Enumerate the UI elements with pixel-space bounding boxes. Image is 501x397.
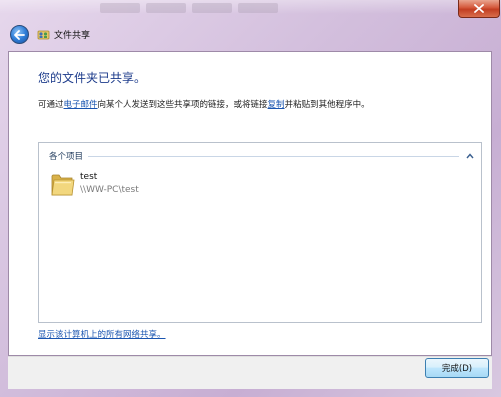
description-part-1: 可通过	[38, 100, 64, 110]
description-part-3: 并粘贴到其他程序中。	[284, 100, 370, 110]
back-button[interactable]	[10, 25, 29, 44]
item-name: test	[80, 172, 98, 182]
email-link[interactable]: 电子邮件	[64, 100, 98, 110]
group-header[interactable]: 各个项目	[49, 149, 475, 163]
chevron-up-icon[interactable]	[465, 151, 475, 161]
group-divider	[88, 155, 459, 157]
share-wizard-icon	[37, 30, 50, 40]
shared-items-panel: 各个项目 test \\WW-PC\test	[38, 142, 482, 323]
description-part-2: 向某个人发送到这些共享项的链接，或将链接	[97, 100, 268, 110]
item-text: test \\WW-PC\test	[80, 171, 139, 196]
copy-link[interactable]: 复制	[268, 100, 285, 110]
page-heading: 您的文件夹已共享。	[38, 71, 147, 85]
window-title: 文件共享	[54, 31, 91, 41]
folder-icon	[51, 174, 75, 196]
dialog-content: 您的文件夹已共享。 可通过电子邮件向某个人发送到这些共享项的链接，或将链接复制并…	[8, 51, 492, 356]
description-text: 可通过电子邮件向某个人发送到这些共享项的链接，或将链接复制并粘贴到其他程序中。	[38, 98, 370, 110]
button-bar	[8, 356, 492, 389]
group-label: 各个项目	[49, 152, 84, 162]
finish-button[interactable]: 完成(D)	[425, 358, 489, 378]
item-path: \\WW-PC\test	[80, 185, 139, 195]
list-item[interactable]: test \\WW-PC\test	[51, 171, 271, 201]
close-icon	[474, 4, 484, 13]
close-button[interactable]	[458, 0, 500, 18]
show-all-shares-link[interactable]: 显示该计算机上的所有网络共享。	[38, 328, 166, 340]
background-blur	[100, 0, 360, 18]
back-arrow-icon	[14, 29, 25, 40]
